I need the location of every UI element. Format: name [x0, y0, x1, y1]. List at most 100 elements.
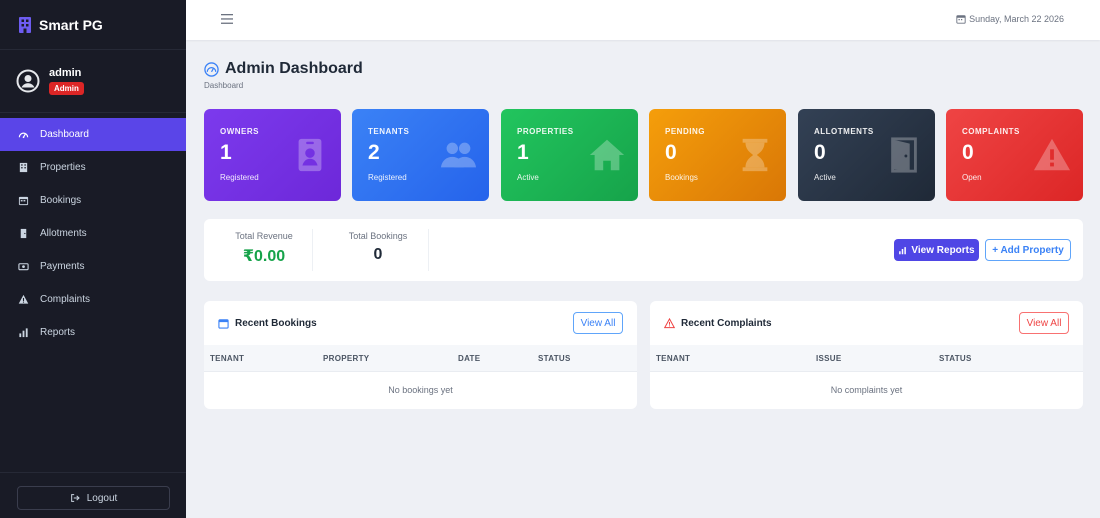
user-name: admin	[49, 67, 82, 79]
stat-card-complaints[interactable]: Complaints 0 Open	[946, 109, 1083, 201]
logout-icon	[70, 494, 80, 502]
stat-sub: Open	[962, 173, 982, 182]
sidebar-item-label: Properties	[40, 162, 86, 173]
view-reports-button[interactable]: View Reports	[894, 239, 979, 261]
stat-card-allotments[interactable]: Allotments 0 Active	[798, 109, 935, 201]
column-header: DATE	[458, 354, 481, 363]
sidebar-item-label: Bookings	[40, 195, 82, 206]
current-date: Sunday, March 22 2026	[956, 14, 1064, 24]
role-badge: Admin	[49, 82, 84, 95]
sidebar-item-properties[interactable]: Properties	[0, 151, 186, 184]
sidebar-item-payments[interactable]: Payments	[0, 250, 186, 283]
building-icon	[18, 162, 29, 173]
stat-label: Tenants	[368, 127, 410, 136]
stat-card-properties[interactable]: Properties 1 Active	[501, 109, 638, 201]
breadcrumb[interactable]: Dashboard	[204, 81, 243, 90]
column-header: PROPERTY	[323, 354, 370, 363]
column-header: ISSUE	[816, 354, 842, 363]
total-bookings-label: Total Bookings	[348, 231, 408, 241]
door-open-icon	[885, 136, 923, 174]
topbar: Sunday, March 22 2026	[186, 0, 1100, 40]
summary-bar: Total Revenue ₹0.00 Total Bookings 0 Vie…	[204, 219, 1083, 281]
logout-button[interactable]: Logout	[17, 486, 170, 510]
page-title: Admin Dashboard	[204, 60, 363, 78]
stat-sub: Active	[814, 173, 836, 182]
sidebar-footer: Logout	[0, 472, 186, 518]
column-header: TENANT	[656, 354, 691, 363]
logout-label: Logout	[86, 492, 118, 504]
view-all-label: View All	[580, 317, 616, 329]
sidebar-item-complaints[interactable]: Complaints	[0, 283, 186, 316]
table-header: TENANT ISSUE STATUS	[650, 345, 1083, 372]
brand-name: Smart PG	[39, 16, 103, 33]
recent-complaints-panel: Recent Complaints View All TENANT ISSUE …	[650, 301, 1083, 409]
sidebar-item-reports[interactable]: Reports	[0, 316, 186, 349]
money-icon	[18, 261, 29, 272]
total-revenue: Total Revenue ₹0.00	[232, 231, 296, 266]
view-reports-label: View Reports	[911, 244, 975, 256]
gauge-icon	[18, 129, 29, 140]
sidebar: Smart PG admin Admin Dashboard Propertie…	[0, 0, 186, 518]
sidebar-item-bookings[interactable]: Bookings	[0, 184, 186, 217]
brand[interactable]: Smart PG	[0, 0, 186, 50]
view-all-bookings-button[interactable]: View All	[573, 312, 623, 334]
stat-sub: Active	[517, 173, 539, 182]
stat-card-owners[interactable]: Owners 1 Registered	[204, 109, 341, 201]
total-revenue-label: Total Revenue	[235, 231, 293, 241]
total-revenue-value: ₹0.00	[242, 248, 286, 265]
home-icon	[588, 136, 626, 174]
stat-label: Pending	[665, 127, 705, 136]
divider	[312, 229, 313, 271]
panel-title: Recent Complaints	[664, 318, 772, 329]
panel-title-text: Recent Complaints	[681, 318, 772, 329]
bar-chart-icon	[899, 246, 907, 254]
panel-title-text: Recent Bookings	[235, 318, 317, 329]
recent-bookings-panel: Recent Bookings View All TENANT PROPERTY…	[204, 301, 637, 409]
door-icon	[18, 228, 29, 239]
divider	[428, 229, 429, 271]
bar-chart-icon	[18, 327, 29, 338]
total-bookings-value: 0	[373, 246, 383, 263]
gauge-icon	[204, 61, 219, 77]
calendar-icon	[218, 319, 229, 329]
stat-label: Properties	[517, 127, 574, 136]
sidebar-item-label: Dashboard	[40, 129, 89, 140]
empty-state: No complaints yet	[830, 385, 903, 395]
stat-sub: Bookings	[665, 173, 698, 182]
view-all-complaints-button[interactable]: View All	[1019, 312, 1069, 334]
user-profile: admin Admin	[0, 50, 186, 113]
table-header: TENANT PROPERTY DATE STATUS	[204, 345, 637, 372]
building-logo-icon	[19, 16, 31, 33]
view-all-label: View All	[1026, 317, 1062, 329]
column-header: STATUS	[939, 354, 972, 363]
column-header: TENANT	[210, 354, 245, 363]
stat-card-tenants[interactable]: Tenants 2 Registered	[352, 109, 489, 201]
hourglass-icon	[736, 136, 774, 174]
stat-sub: Registered	[220, 173, 259, 182]
warning-icon	[1033, 136, 1071, 174]
users-icon	[439, 136, 477, 174]
user-avatar-icon	[16, 69, 40, 93]
sidebar-item-label: Complaints	[40, 294, 91, 305]
sidebar-nav: Dashboard Properties Bookings Allotments…	[0, 118, 186, 349]
panel-title: Recent Bookings	[218, 318, 317, 329]
warning-icon	[18, 294, 29, 305]
panel-header: Recent Bookings View All	[204, 301, 637, 345]
column-header: STATUS	[538, 354, 571, 363]
sidebar-item-label: Allotments	[40, 228, 87, 239]
sidebar-item-label: Reports	[40, 327, 76, 338]
stat-label: Complaints	[962, 127, 1020, 136]
stat-sub: Registered	[368, 173, 407, 182]
empty-state: No bookings yet	[388, 385, 453, 395]
calendar-icon	[18, 195, 29, 206]
sidebar-item-allotments[interactable]: Allotments	[0, 217, 186, 250]
sidebar-item-dashboard[interactable]: Dashboard	[0, 118, 186, 151]
current-date-text: Sunday, March 22 2026	[969, 14, 1064, 24]
id-badge-icon	[291, 136, 329, 174]
calendar-icon	[956, 15, 966, 24]
add-property-button[interactable]: + Add Property	[985, 239, 1071, 261]
hamburger-menu-icon[interactable]	[220, 13, 234, 25]
stat-label: Allotments	[814, 127, 874, 136]
total-bookings: Total Bookings 0	[344, 231, 412, 264]
stat-card-pending[interactable]: Pending 0 Bookings	[649, 109, 786, 201]
